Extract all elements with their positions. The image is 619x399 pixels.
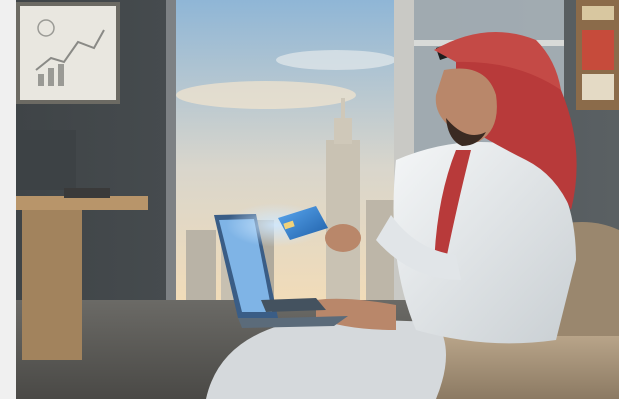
photo: [16, 0, 619, 399]
whiteboard-chart-icon: [16, 2, 120, 104]
photo-illustration: [16, 0, 619, 399]
image-frame: [0, 0, 619, 399]
